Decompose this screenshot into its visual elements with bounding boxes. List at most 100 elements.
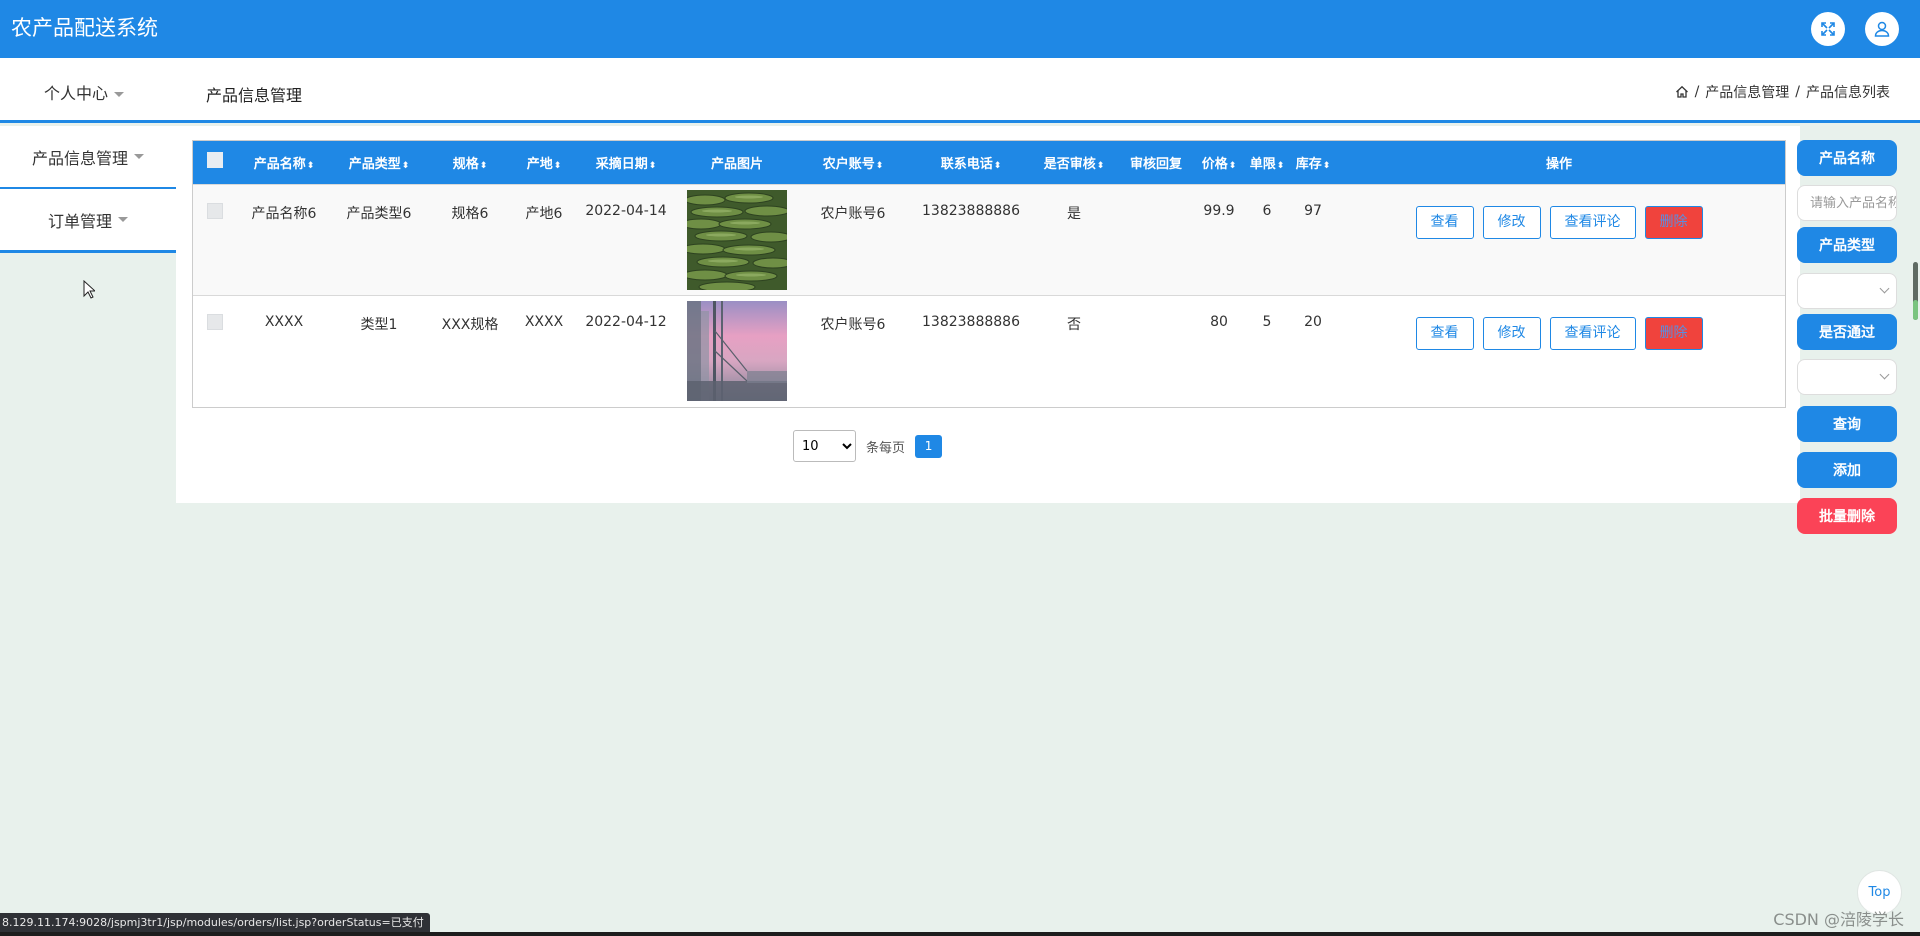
sort-icon: ⬍	[993, 160, 1002, 171]
view-comments-button[interactable]: 查看评论	[1549, 205, 1636, 239]
product-name-filter-label: 产品名称	[1797, 140, 1897, 176]
header-row: 个人中心 产品信息管理 / 产品信息管理 / 产品信息列表	[0, 58, 1920, 123]
cell-actions: 查看 修改 查看评论 删除	[1333, 184, 1785, 295]
cell-date: 2022-04-12	[585, 313, 667, 330]
column-header-spec[interactable]: 规格⬍	[427, 141, 513, 184]
cell-price: 99.9	[1203, 202, 1235, 219]
product-table-wrapper: 产品名称⬍ 产品类型⬍ 规格⬍ 产地⬍ 采摘日期⬍ 产品图片 农户账号⬍ 联系电…	[192, 140, 1786, 408]
breadcrumb-item-product-list: 产品信息列表	[1806, 85, 1890, 101]
column-header-farmer[interactable]: 农户账号⬍	[797, 141, 909, 184]
cell-stock: 20	[1304, 313, 1322, 330]
mouse-cursor-icon	[83, 280, 95, 299]
row-checkbox[interactable]	[207, 202, 223, 219]
product-name-input[interactable]	[1797, 185, 1897, 221]
expand-icon	[1821, 22, 1835, 36]
select-all-cell	[193, 141, 237, 184]
cell-phone: 13823888886	[922, 313, 1020, 330]
sidebar-item-product-management[interactable]: 产品信息管理	[0, 126, 176, 190]
cell-audited: 是	[1067, 205, 1081, 222]
sort-icon: ⬍	[1276, 160, 1285, 171]
cell-audited: 否	[1067, 316, 1081, 333]
cell-phone: 13823888886	[922, 202, 1020, 219]
chevron-down-icon	[1879, 283, 1890, 294]
view-comments-button[interactable]: 查看评论	[1549, 316, 1636, 350]
cell-type: 产品类型6	[346, 205, 412, 222]
cell-spec: XXX规格	[441, 316, 499, 333]
product-image-city-dusk[interactable]	[687, 300, 787, 401]
sidebar-item-label: 产品信息管理	[31, 148, 128, 168]
sort-icon: ⬍	[401, 160, 410, 171]
row-select-cell	[193, 295, 237, 406]
row-select-cell	[193, 184, 237, 295]
sort-icon: ⬍	[553, 160, 562, 171]
watermark: CSDN @涪陵学长	[1773, 910, 1904, 929]
sort-icon: ⬍	[1228, 160, 1237, 171]
personal-center-menu[interactable]: 个人中心	[44, 80, 125, 104]
cell-limit: 6	[1262, 202, 1272, 219]
cell-type: 类型1	[360, 316, 398, 333]
sidebar-item-order-management[interactable]: 订单管理	[0, 189, 176, 253]
page-title: 产品信息管理	[206, 86, 303, 105]
cell-image	[677, 184, 797, 295]
user-icon	[1874, 21, 1890, 37]
page-size-select[interactable]: 10	[793, 430, 856, 462]
column-header-phone[interactable]: 联系电话⬍	[909, 141, 1033, 184]
column-header-date[interactable]: 采摘日期⬍	[575, 141, 677, 184]
add-button[interactable]: 添加	[1797, 452, 1897, 488]
content-panel: 产品名称⬍ 产品类型⬍ 规格⬍ 产地⬍ 采摘日期⬍ 产品图片 农户账号⬍ 联系电…	[176, 126, 1800, 503]
edit-button[interactable]: 修改	[1482, 205, 1541, 239]
page-number-current[interactable]: 1	[915, 434, 943, 458]
app-title: 农产品配送系统	[11, 16, 158, 40]
page-scrollbar-indicator	[1913, 300, 1918, 320]
cell-name: XXXX	[264, 313, 304, 330]
personal-center-label: 个人中心	[44, 84, 109, 103]
sort-icon: ⬍	[648, 160, 657, 171]
delete-button[interactable]: 删除	[1644, 205, 1703, 239]
cell-name: 产品名称6	[251, 205, 317, 222]
approved-select[interactable]	[1797, 359, 1897, 395]
top-bar: 农产品配送系统	[0, 0, 1920, 58]
cell-limit: 5	[1262, 313, 1272, 330]
breadcrumb-item-product-management[interactable]: 产品信息管理	[1705, 82, 1789, 102]
cell-farmer: 农户账号6	[820, 205, 886, 222]
select-all-checkbox[interactable]	[207, 152, 223, 169]
row-checkbox[interactable]	[207, 313, 223, 330]
cell-origin: XXXX	[524, 313, 564, 330]
fullscreen-button[interactable]	[1811, 12, 1845, 46]
view-button[interactable]: 查看	[1415, 316, 1474, 350]
user-button[interactable]	[1865, 12, 1899, 46]
pagination: 10 条每页 1	[793, 430, 943, 462]
sort-icon: ⬍	[479, 160, 488, 171]
column-header-type[interactable]: 产品类型⬍	[331, 141, 427, 184]
home-icon[interactable]	[1675, 85, 1689, 99]
chevron-down-icon	[118, 217, 128, 222]
per-page-label: 条每页	[866, 440, 906, 456]
batch-delete-button[interactable]: 批量删除	[1797, 498, 1897, 534]
breadcrumb: / 产品信息管理 / 产品信息列表	[1675, 82, 1890, 102]
product-table: 产品名称⬍ 产品类型⬍ 规格⬍ 产地⬍ 采摘日期⬍ 产品图片 农户账号⬍ 联系电…	[193, 141, 1785, 406]
product-type-select[interactable]	[1797, 273, 1897, 309]
column-header-origin[interactable]: 产地⬍	[513, 141, 575, 184]
product-image-cucumber[interactable]	[687, 189, 787, 290]
column-header-audited[interactable]: 是否审核⬍	[1033, 141, 1115, 184]
approved-filter-label: 是否通过	[1797, 314, 1897, 350]
sort-icon: ⬍	[875, 160, 884, 171]
column-header-name[interactable]: 产品名称⬍	[237, 141, 331, 184]
delete-button[interactable]: 删除	[1644, 316, 1703, 350]
window-bottom-edge	[0, 932, 1920, 936]
column-header-limit[interactable]: 单限⬍	[1241, 141, 1293, 184]
cell-reply	[1115, 184, 1197, 295]
view-button[interactable]: 查看	[1415, 205, 1474, 239]
column-header-price[interactable]: 价格⬍	[1197, 141, 1241, 184]
query-button[interactable]: 查询	[1797, 406, 1897, 442]
column-header-reply: 审核回复	[1129, 156, 1182, 172]
column-header-stock[interactable]: 库存⬍	[1293, 141, 1333, 184]
cell-actions: 查看 修改 查看评论 删除	[1333, 295, 1785, 406]
cell-price: 80	[1210, 313, 1228, 330]
edit-button[interactable]: 修改	[1482, 316, 1541, 350]
cell-reply	[1115, 295, 1197, 406]
cell-date: 2022-04-14	[585, 202, 667, 219]
breadcrumb-separator: /	[1795, 84, 1800, 100]
chevron-down-icon	[114, 92, 125, 97]
sidebar-item-label: 订单管理	[47, 211, 112, 231]
